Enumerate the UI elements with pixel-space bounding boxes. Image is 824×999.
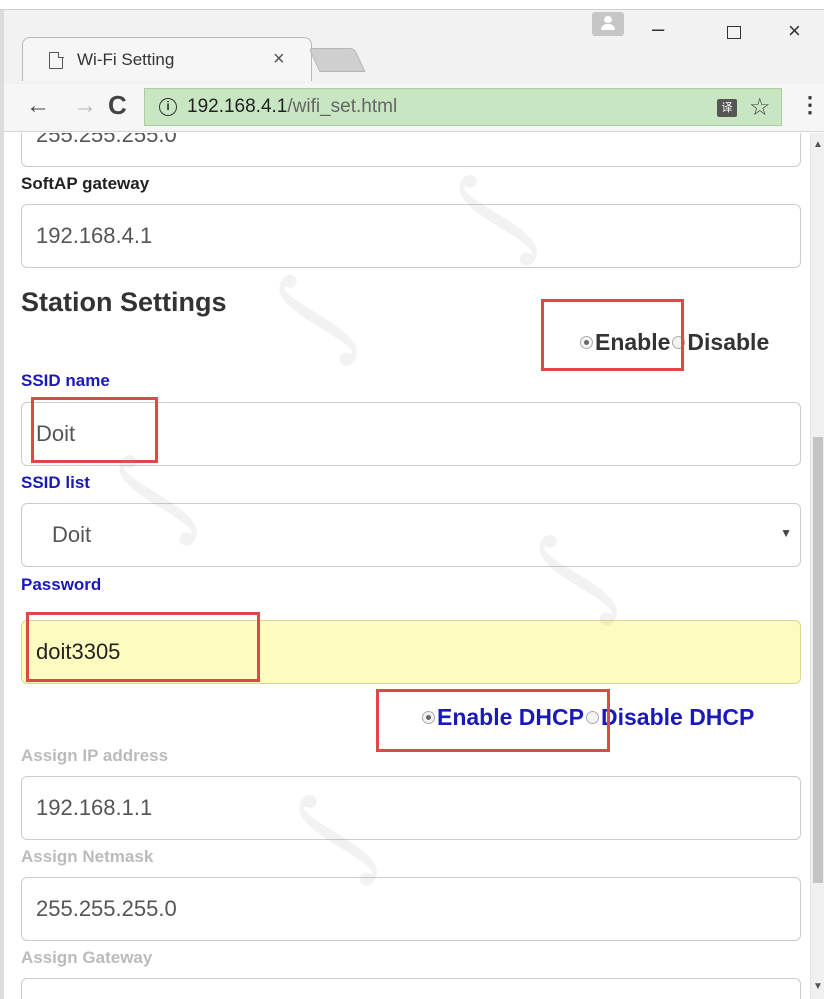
scrollbar-thumb[interactable] <box>813 437 823 883</box>
enable-highlight-box <box>541 299 684 371</box>
assign-gateway-input[interactable] <box>21 978 801 999</box>
assign-gateway-label: Assign Gateway <box>21 948 153 967</box>
enable-dhcp-highlight-box <box>376 689 610 752</box>
ssid-name-highlight-box <box>31 397 158 463</box>
page-content: 255.255.255.0 SoftAP gateway 192.168.4.1… <box>4 133 810 999</box>
browser-tab-wifi-setting[interactable]: Wi-Fi Setting × <box>22 37 312 81</box>
password-highlight-box <box>26 612 260 682</box>
tab-title: Wi-Fi Setting <box>77 50 175 69</box>
station-disable-label[interactable]: Disable <box>687 329 769 356</box>
watermark-mark: ∫ <box>242 260 383 374</box>
profile-icon[interactable] <box>592 12 624 36</box>
url-host: 192.168.4.1 <box>187 96 288 117</box>
translate-icon[interactable]: 译 <box>717 99 737 117</box>
bookmark-star-icon[interactable]: ☆ <box>749 93 771 122</box>
softap-gateway-input[interactable]: 192.168.4.1 <box>21 204 801 268</box>
new-tab-button[interactable] <box>308 48 366 72</box>
forward-arrow-icon[interactable]: → <box>73 92 97 120</box>
document-icon <box>49 51 64 69</box>
reload-icon[interactable]: C <box>108 90 127 121</box>
address-bar[interactable]: i 192.168.4.1/wifi_set.html 译 ☆ <box>144 88 782 126</box>
ssid-list-label: SSID list <box>21 473 90 492</box>
scroll-up-arrow-icon[interactable]: ▲ <box>813 139 823 150</box>
disable-dhcp-label[interactable]: Disable DHCP <box>601 704 754 731</box>
browser-menu-icon[interactable]: ⋮ <box>799 92 821 118</box>
assign-ip-value: 192.168.1.1 <box>36 795 153 820</box>
back-arrow-icon[interactable]: ← <box>26 92 50 120</box>
url-text[interactable]: 192.168.4.1/wifi_set.html <box>187 96 397 118</box>
dropdown-arrow-icon: ▼ <box>780 526 792 540</box>
site-info-icon[interactable]: i <box>159 98 177 116</box>
password-label: Password <box>21 575 102 594</box>
softap-gateway-value: 192.168.4.1 <box>36 223 153 248</box>
url-path: /wifi_set.html <box>287 96 398 117</box>
tab-close-icon[interactable]: × <box>273 48 285 71</box>
ssid-name-label: SSID name <box>21 371 110 390</box>
softap-gateway-label: SoftAP gateway <box>21 174 150 193</box>
assign-netmask-label: Assign Netmask <box>21 847 154 866</box>
assign-netmask-input[interactable]: 255.255.255.0 <box>21 877 801 941</box>
softap-netmask-value: 255.255.255.0 <box>36 133 177 147</box>
assign-ip-label: Assign IP address <box>21 746 169 765</box>
assign-netmask-value: 255.255.255.0 <box>36 896 177 921</box>
station-settings-title: Station Settings <box>21 287 227 317</box>
browser-toolbar: ← → C i 192.168.4.1/wifi_set.html 译 ☆ ⋮ <box>0 84 824 132</box>
scroll-down-arrow-icon[interactable]: ▼ <box>813 981 823 992</box>
assign-ip-input[interactable]: 192.168.1.1 <box>21 776 801 840</box>
window-top-border <box>0 0 824 10</box>
browser-tab-strip: Wi-Fi Setting × – × <box>0 0 824 84</box>
minimize-icon[interactable]: – <box>652 16 664 42</box>
vertical-scrollbar[interactable]: ▲ ▼ <box>810 133 824 999</box>
ssid-list-selected-value: Doit <box>52 522 92 547</box>
softap-netmask-input[interactable]: 255.255.255.0 <box>21 133 801 167</box>
maximize-icon[interactable] <box>727 26 741 39</box>
close-window-icon[interactable]: × <box>788 18 801 44</box>
